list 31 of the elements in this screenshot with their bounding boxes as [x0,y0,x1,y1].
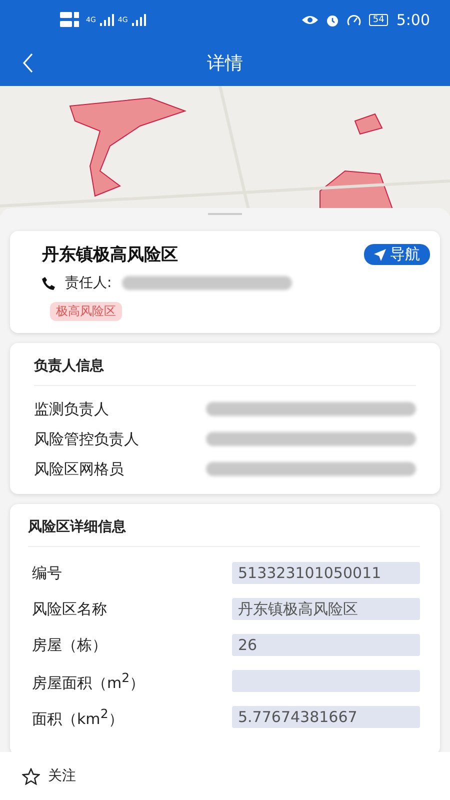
value-field: 丹东镇极高风险区 [232,598,420,620]
role-label: 监测负责人 [34,400,109,418]
field-label: 房屋（栋） [32,636,107,654]
signal-icon [132,14,146,26]
value-field: 26 [232,634,420,656]
back-icon[interactable] [22,53,34,73]
section-title: 负责人信息 [34,357,105,376]
field-label: 面积（km$^{2}$） [32,706,124,728]
arrow-icon [374,248,386,260]
eye-icon [302,15,318,25]
star-icon [22,768,40,784]
value-field: 5.77674381667 [232,706,420,728]
risk-tag: 极高风险区 [50,302,122,321]
gauge-icon [346,14,361,26]
clock-time: 5:00 [396,11,430,29]
field-label: 编号 [32,564,62,582]
section-title: 风险区详细信息 [28,518,127,537]
follow-button[interactable]: 关注 [22,767,76,785]
field-label: 房屋面积（m$^{2}$） [32,670,145,692]
navigate-button[interactable]: 导航 [364,244,430,265]
page-title: 详情 [207,52,243,75]
contact-label: 责任人: [65,274,112,292]
signal-icon [100,14,114,26]
role-label: 风险区网格员 [34,460,124,478]
battery-indicator: 54 [368,14,388,26]
value-field: 513323101050011 [232,562,420,584]
phone-icon [42,276,55,290]
role-label: 风险管控负责人 [34,430,139,448]
area-name: 丹东镇极高风险区 [42,244,178,266]
alarm-icon [326,14,339,26]
field-label: 风险区名称 [32,600,107,618]
